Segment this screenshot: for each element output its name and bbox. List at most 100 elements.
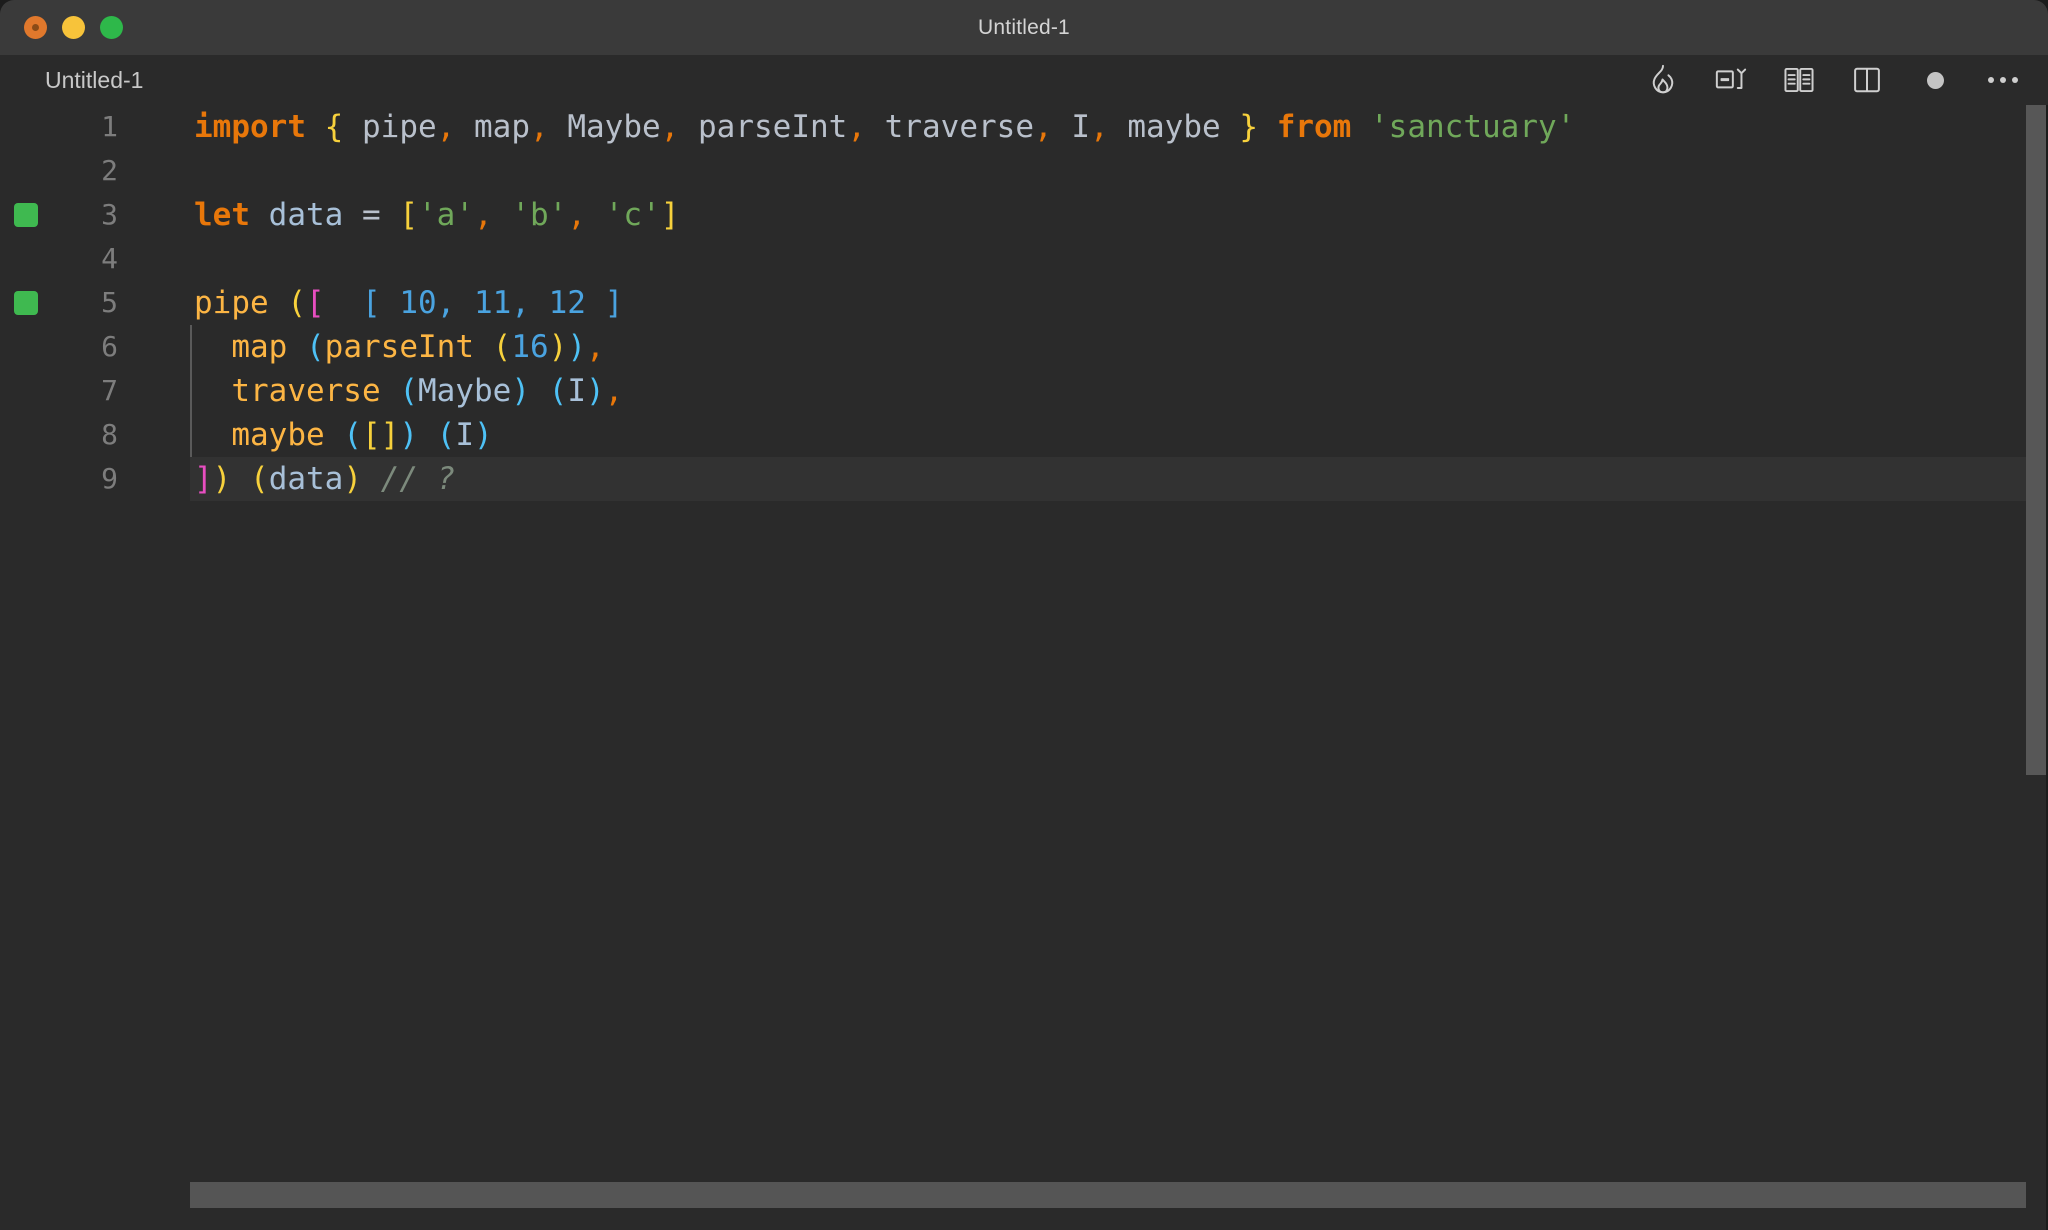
unsaved-dot-icon[interactable] — [1918, 63, 1952, 97]
tab-bar: Untitled-1 — [0, 55, 2048, 105]
line-content[interactable]: map (parseInt (16)), — [190, 325, 2048, 369]
line-content[interactable]: import { pipe, map, Maybe, parseInt, tra… — [190, 105, 2048, 149]
code-token: I — [1071, 109, 1090, 145]
code-token: ) — [399, 417, 418, 453]
code-token: ( — [399, 373, 418, 409]
code-editor[interactable]: 1 import { pipe, map, Maybe, parseInt, tr… — [0, 105, 2048, 1230]
code-token: from — [1276, 109, 1352, 145]
code-token: ( — [343, 417, 362, 453]
window-title: Untitled-1 — [978, 15, 1070, 39]
run-code-icon[interactable] — [1714, 63, 1748, 97]
code-token: Maybe — [567, 109, 661, 145]
code-line[interactable]: 8 maybe ([]) (I) — [0, 413, 2048, 457]
line-gutter[interactable]: 8 — [0, 413, 190, 457]
vertical-scrollbar-thumb[interactable] — [2026, 105, 2048, 775]
indent-guide — [190, 413, 192, 457]
code-token: [ 10, 11, 12 ] — [324, 285, 624, 321]
line-content[interactable]: maybe ([]) (I) — [190, 413, 2048, 457]
code-token: Maybe — [417, 373, 512, 409]
line-gutter[interactable]: 1 — [0, 105, 190, 149]
line-gutter[interactable]: 5 — [0, 281, 190, 325]
minimize-window-button[interactable] — [62, 16, 85, 39]
code-token: , — [847, 109, 866, 145]
code-token: { — [324, 109, 344, 145]
code-token: parseInt — [698, 109, 848, 145]
code-line[interactable]: 3 let data = ['a', 'b', 'c'] — [0, 193, 2048, 237]
code-token: , — [474, 197, 493, 233]
code-token: , — [567, 197, 587, 233]
line-number: 8 — [101, 418, 118, 451]
maximize-window-button[interactable] — [100, 16, 123, 39]
code-token: , — [586, 329, 605, 365]
code-token: ) — [548, 329, 568, 365]
code-token: maybe — [231, 417, 325, 453]
breakpoint-marker-icon[interactable] — [14, 203, 38, 227]
line-gutter[interactable]: 7 — [0, 369, 190, 413]
code-token: , — [660, 109, 680, 145]
code-token: [] — [362, 417, 400, 453]
code-token: // ? — [380, 461, 456, 497]
code-token: pipe — [362, 109, 437, 145]
code-token: ( — [436, 417, 456, 453]
breakpoint-marker-icon[interactable] — [14, 291, 38, 315]
code-token: parseInt — [324, 329, 474, 365]
code-token: , — [604, 373, 624, 409]
code-line[interactable]: 4 — [0, 237, 2048, 281]
code-token: ] — [660, 197, 680, 233]
code-token: , — [1033, 109, 1053, 145]
split-editor-icon[interactable] — [1850, 63, 1884, 97]
code-line[interactable]: 9]) (data) // ? — [0, 457, 2048, 501]
line-gutter[interactable]: 2 — [0, 149, 190, 193]
line-number: 7 — [101, 374, 118, 407]
editor-window: Untitled-1 Untitled-1 1 import {pipe, m… — [0, 0, 2048, 1230]
code-token: pipe — [194, 285, 269, 321]
line-gutter[interactable]: 6 — [0, 325, 190, 369]
line-content[interactable]: ]) (data) // ? — [190, 457, 2048, 501]
code-token: data — [268, 197, 344, 233]
code-token: ) — [343, 461, 363, 497]
line-gutter[interactable]: 4 — [0, 237, 190, 281]
code-token: ) — [586, 373, 605, 409]
code-token: import — [194, 109, 306, 145]
code-line[interactable]: 5 pipe ([ [ 10, 11, 12 ] — [0, 281, 2048, 325]
close-window-button[interactable] — [24, 16, 47, 39]
code-line[interactable]: 6 map (parseInt (16)), — [0, 325, 2048, 369]
code-token: ) — [474, 417, 493, 453]
code-line[interactable]: 7 traverse (Maybe) (I), — [0, 369, 2048, 413]
code-token: map — [231, 329, 288, 365]
code-lines: 1 import { pipe, map, Maybe, parseInt, tr… — [0, 105, 2048, 501]
line-gutter[interactable]: 3 — [0, 193, 190, 237]
code-line[interactable]: 2 — [0, 149, 2048, 193]
tab-untitled-1[interactable]: Untitled-1 — [45, 67, 143, 94]
code-line[interactable]: 1 import { pipe, map, Maybe, parseInt, tr… — [0, 105, 2048, 149]
code-token: ( — [287, 285, 306, 321]
editor-toolbar — [1646, 63, 2020, 97]
book-preview-icon[interactable] — [1782, 63, 1816, 97]
line-number: 5 — [101, 286, 118, 319]
line-content[interactable]: let data = ['a', 'b', 'c'] — [190, 193, 2048, 237]
horizontal-scrollbar-thumb[interactable] — [190, 1182, 2026, 1208]
flame-icon[interactable] — [1646, 63, 1680, 97]
line-gutter[interactable]: 9 — [0, 457, 190, 501]
line-content[interactable]: traverse (Maybe) (I), — [190, 369, 2048, 413]
more-actions-icon[interactable] — [1986, 63, 2020, 97]
code-token: map — [474, 109, 530, 145]
code-token: I — [567, 373, 586, 409]
code-token: ) — [567, 329, 586, 365]
line-content[interactable]: pipe ([ [ 10, 11, 12 ] — [190, 281, 2048, 325]
code-token: ( — [492, 329, 512, 365]
